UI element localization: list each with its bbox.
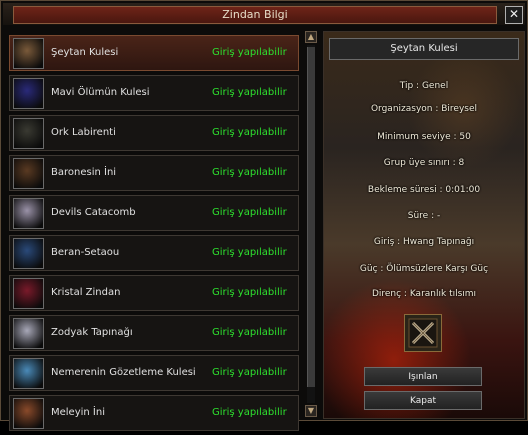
scroll-down-icon[interactable]: ▼ xyxy=(305,405,317,417)
dungeon-status: Giriş yapılabilir xyxy=(212,367,287,378)
scroll-up-icon[interactable]: ▲ xyxy=(305,31,317,43)
dungeon-row[interactable]: Beran-Setaou Giriş yapılabilir xyxy=(9,235,299,271)
dungeon-row[interactable]: Mavi Ölümün Kulesi Giriş yapılabilir xyxy=(9,75,299,111)
dungeon-name: Baronesin İni xyxy=(51,167,117,178)
detail-resistance: Direnç : Karanlık tılsımı xyxy=(371,289,477,299)
crossed-swords-icon xyxy=(404,314,442,352)
dungeon-status: Giriş yapılabilir xyxy=(212,407,287,418)
dungeon-status: Giriş yapılabilir xyxy=(212,87,287,98)
dungeon-row[interactable]: Ork Labirenti Giriş yapılabilir xyxy=(9,115,299,151)
dungeon-name: Ork Labirenti xyxy=(51,127,116,138)
dungeon-status: Giriş yapılabilir xyxy=(212,47,287,58)
dungeon-name: Devils Catacomb xyxy=(51,207,136,218)
detail-min-level: Minimum seviye : 50 xyxy=(377,132,471,142)
dungeon-status: Giriş yapılabilir xyxy=(212,207,287,218)
detail-group-limit: Grup üye sınırı : 8 xyxy=(383,158,465,168)
detail-type: Tip : Genel xyxy=(399,81,449,91)
dungeon-row[interactable]: Kristal Zindan Giriş yapılabilir xyxy=(9,275,299,311)
devil-icon xyxy=(13,198,44,229)
detail-cooldown: Bekleme süresi : 0:01:00 xyxy=(367,185,481,195)
dungeon-name: Şeytan Kulesi xyxy=(51,47,119,58)
close-icon[interactable]: ✕ xyxy=(505,6,523,24)
dungeon-info-window: Zindan Bilgi ✕ Şeytan Kulesi Giriş yapıla… xyxy=(0,0,528,431)
close-button[interactable]: Kapat xyxy=(364,391,482,410)
dungeon-status: Giriş yapılabilir xyxy=(212,287,287,298)
dungeon-status: Giriş yapılabilir xyxy=(212,167,287,178)
crystal-icon xyxy=(13,278,44,309)
blue-death-icon xyxy=(13,78,44,109)
dungeon-row[interactable]: Zodyak Tapınağı Giriş yapılabilir xyxy=(9,315,299,351)
dungeon-name: Kristal Zindan xyxy=(51,287,121,298)
detail-entry: Giriş : Hwang Tapınağı xyxy=(373,237,475,247)
dungeon-row[interactable]: Nemerenin Gözetleme Kulesi Giriş yapılabi… xyxy=(9,355,299,391)
dungeon-name: Mavi Ölümün Kulesi xyxy=(51,87,150,98)
dragon-icon xyxy=(13,238,44,269)
dungeon-row[interactable]: Devils Catacomb Giriş yapılabilir xyxy=(9,195,299,231)
dungeon-status: Giriş yapılabilir xyxy=(212,327,287,338)
detail-organization: Organizasyon : Bireysel xyxy=(370,104,478,114)
dungeon-name: Beran-Setaou xyxy=(51,247,120,258)
demon-tower-icon xyxy=(13,38,44,69)
teleport-button[interactable]: Işınlan xyxy=(364,367,482,386)
window-title: Zindan Bilgi xyxy=(13,6,497,24)
ice-beast-icon xyxy=(13,358,44,389)
zodiac-icon xyxy=(13,318,44,349)
dungeon-row[interactable]: Şeytan Kulesi Giriş yapılabilir xyxy=(9,35,299,71)
dungeon-name: Zodyak Tapınağı xyxy=(51,327,133,338)
dungeon-name: Nemerenin Gözetleme Kulesi xyxy=(51,367,196,378)
scrollbar[interactable]: ▲ ▼ xyxy=(305,31,317,417)
detail-power: Güç : Ölümsüzlere Karşı Güç xyxy=(359,264,489,274)
dungeon-name: Meleyin İni xyxy=(51,407,105,418)
meley-icon xyxy=(13,398,44,429)
scroll-thumb[interactable] xyxy=(307,47,315,387)
dungeon-status: Giriş yapılabilir xyxy=(212,247,287,258)
dungeon-detail-panel: Şeytan Kulesi Tip : Genel Organizasyon :… xyxy=(323,31,525,419)
detail-title: Şeytan Kulesi xyxy=(329,38,519,60)
detail-duration: Süre : - xyxy=(407,211,441,221)
dungeon-row[interactable]: Baronesin İni Giriş yapılabilir xyxy=(9,155,299,191)
orc-icon xyxy=(13,118,44,149)
dungeon-row[interactable]: Meleyin İni Giriş yapılabilir xyxy=(9,395,299,431)
dungeon-status: Giriş yapılabilir xyxy=(212,127,287,138)
title-bar[interactable]: Zindan Bilgi ✕ xyxy=(3,3,525,25)
dungeon-list: Şeytan Kulesi Giriş yapılabilir Mavi Ölümü… xyxy=(9,35,299,435)
spider-icon xyxy=(13,158,44,189)
